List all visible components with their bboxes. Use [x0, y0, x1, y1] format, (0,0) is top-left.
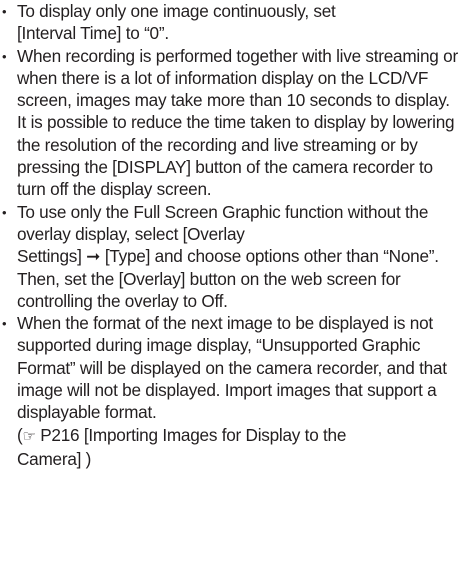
- reference-link-text-cont[interactable]: Camera] ): [17, 449, 91, 469]
- bullet-text-cont: [Interval Time] to “0”.: [17, 23, 169, 44]
- bullet-icon: •: [2, 316, 7, 332]
- bullet-icon: •: [2, 48, 7, 64]
- notes-bullet-list: • To display only one image continuously…: [0, 0, 466, 424]
- page-reference[interactable]: (☞ P216 [Importing Images for Display to…: [0, 424, 466, 471]
- bullet-text: To display only one image continuously, …: [17, 1, 336, 21]
- bullet-item-full-screen-graphic: • To use only the Full Screen Graphic fu…: [0, 201, 466, 312]
- document-page: • To display only one image continuously…: [0, 0, 466, 470]
- bullet-item-interval-time: • To display only one image continuously…: [0, 0, 466, 45]
- bullet-item-unsupported-format: • When the format of the next image to b…: [0, 312, 466, 423]
- bullet-text: When recording is performed together wit…: [17, 45, 458, 200]
- reference-link-text[interactable]: P216 [Importing Images for Display to th…: [36, 425, 346, 445]
- bullet-icon: •: [2, 204, 7, 220]
- bullet-icon: •: [2, 4, 7, 19]
- bullet-text: When the format of the next image to be …: [17, 313, 447, 423]
- bullet-text-cont: Settings] ➞ [Type] and choose options ot…: [17, 246, 439, 311]
- bullet-text: To use only the Full Screen Graphic func…: [17, 201, 429, 244]
- bullet-item-display-time: • When recording is performed together w…: [0, 45, 466, 201]
- pointing-hand-icon: ☞: [22, 427, 36, 445]
